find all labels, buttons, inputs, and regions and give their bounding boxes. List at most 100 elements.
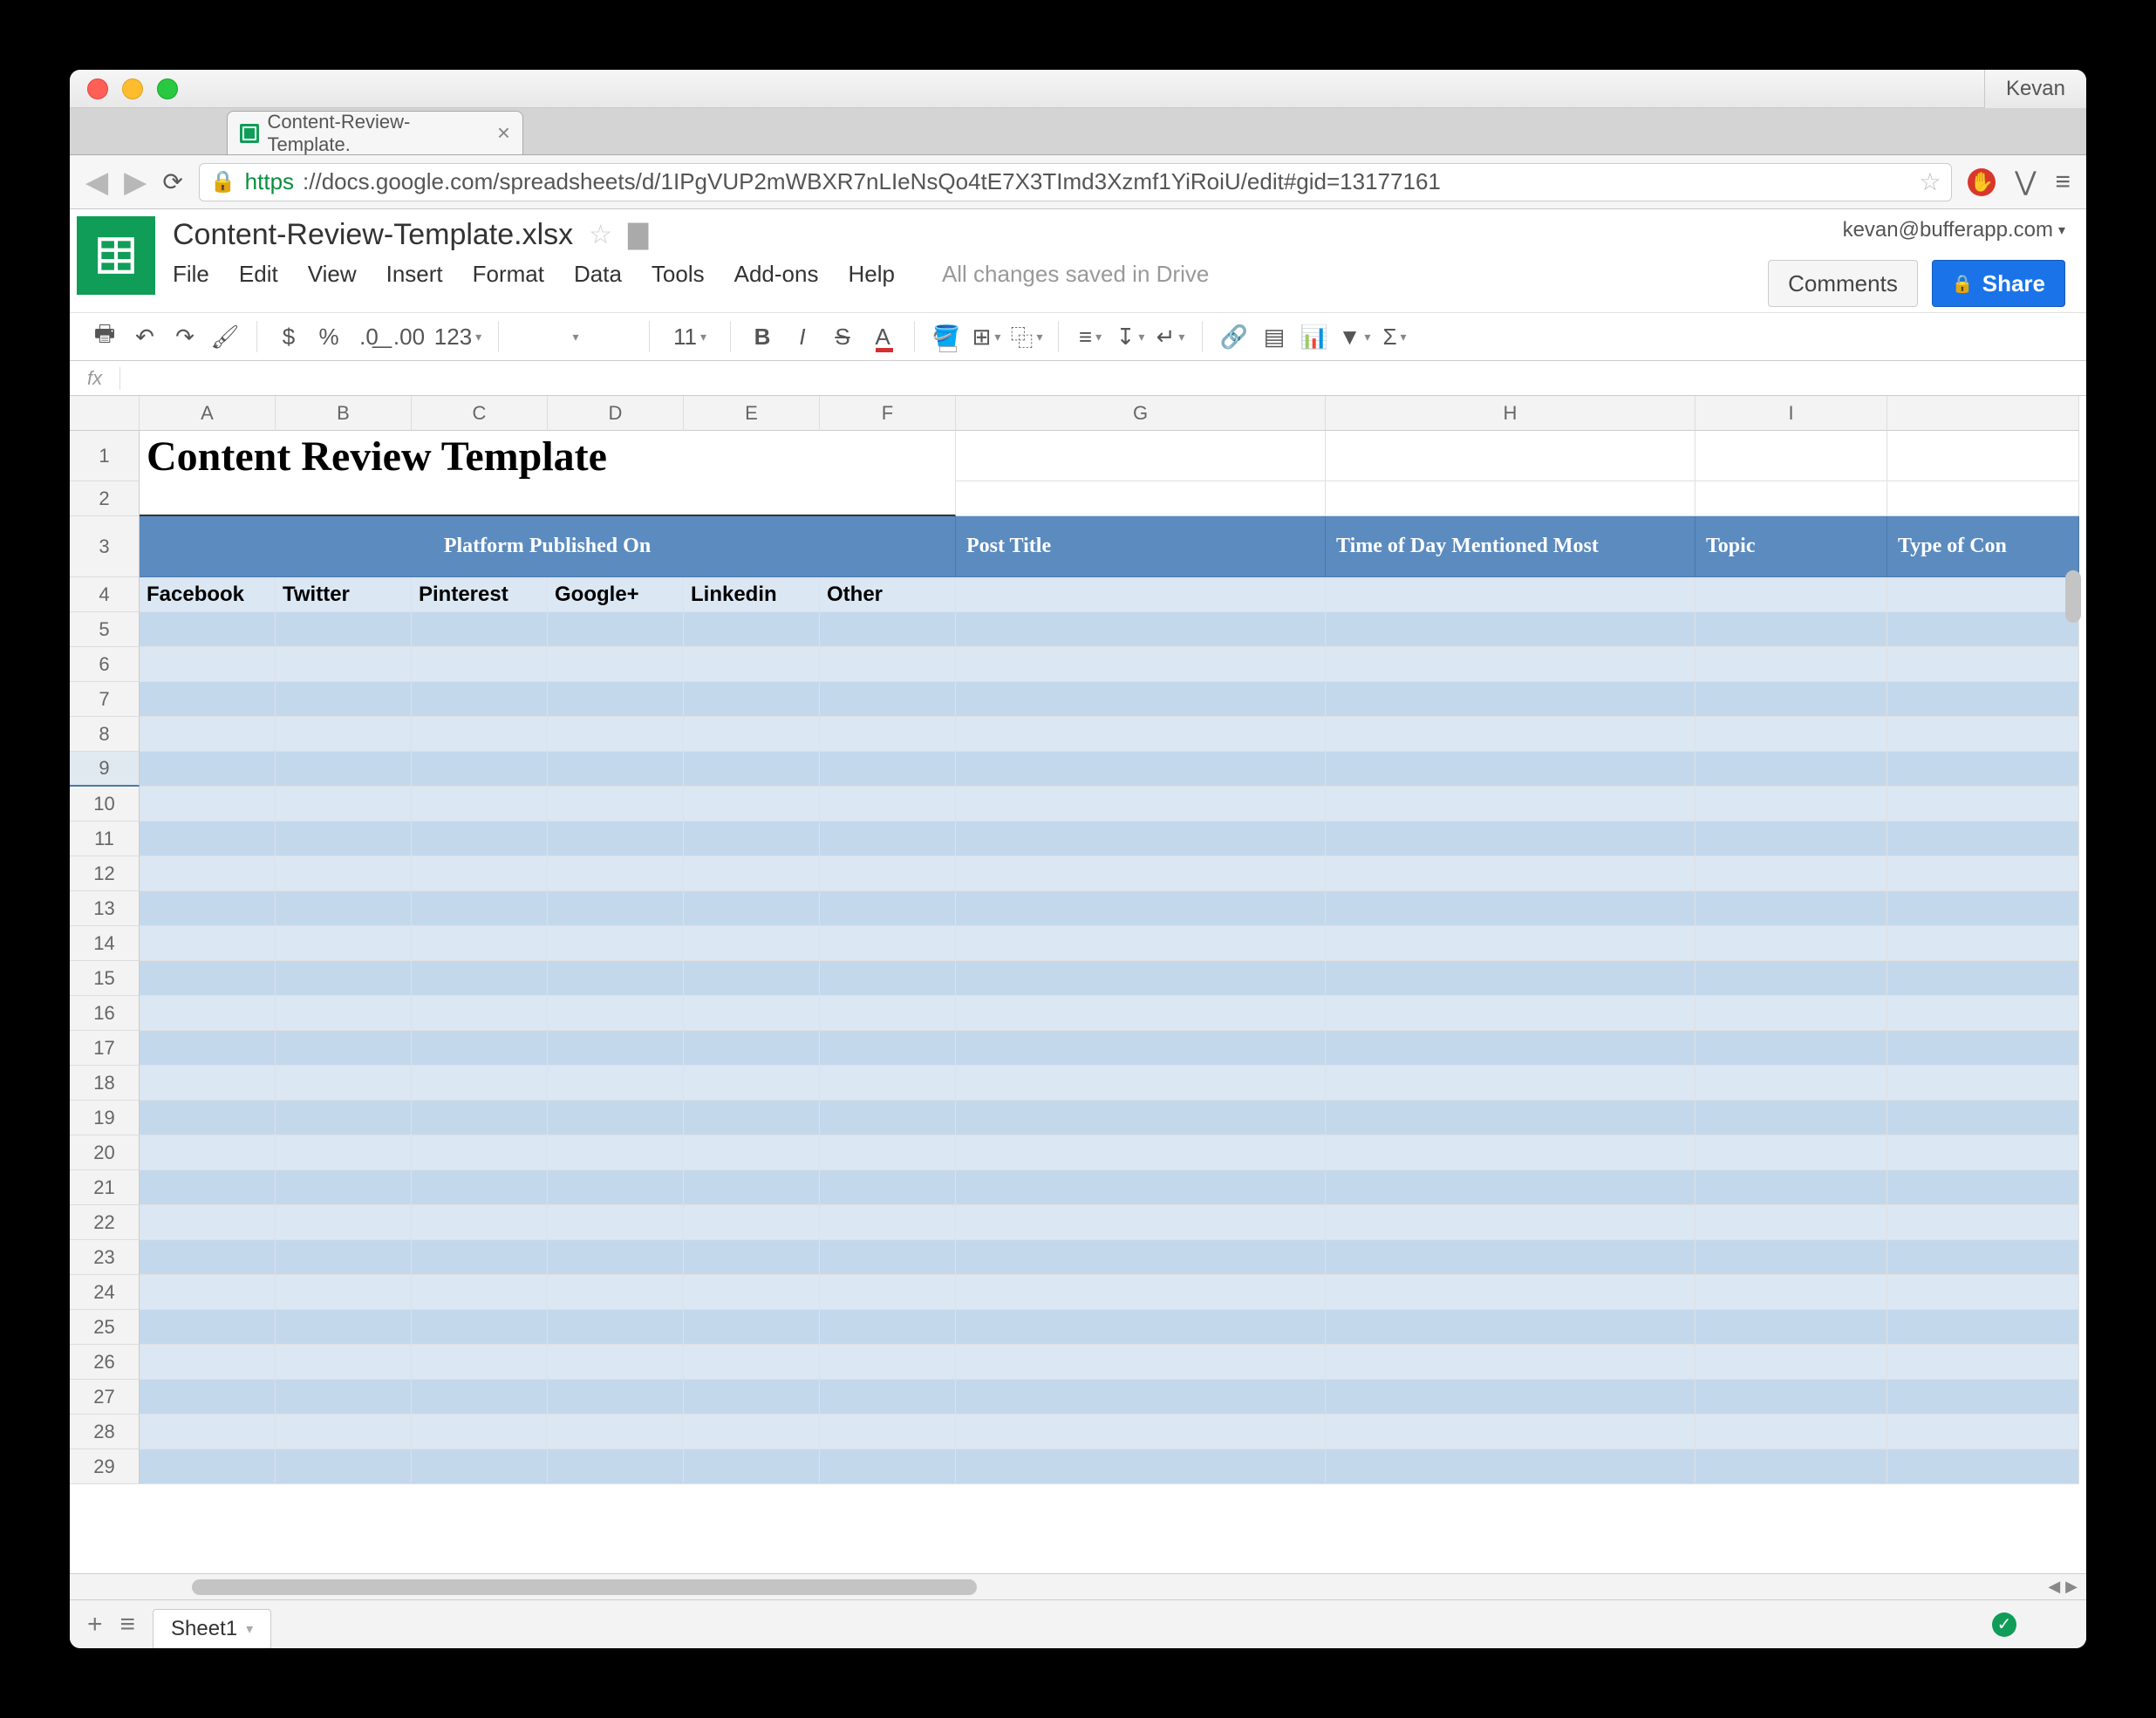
cell[interactable] (820, 1205, 956, 1240)
cell[interactable] (820, 1415, 956, 1449)
menu-addons[interactable]: Add-ons (734, 261, 819, 288)
cell[interactable] (548, 612, 684, 647)
cell[interactable] (1326, 717, 1695, 752)
cell[interactable] (1695, 717, 1887, 752)
cell[interactable] (1695, 1101, 1887, 1135)
sheets-logo-icon[interactable] (77, 216, 155, 295)
cell[interactable] (276, 1101, 412, 1135)
reload-icon[interactable]: ⟳ (162, 167, 182, 196)
cell[interactable] (1326, 1135, 1695, 1170)
cell[interactable] (1887, 1310, 2079, 1345)
vertical-scrollbar[interactable] (2060, 570, 2086, 1495)
cell[interactable] (1887, 961, 2079, 996)
cell[interactable] (140, 717, 276, 752)
cell[interactable] (1887, 1345, 2079, 1380)
cell[interactable] (1695, 1380, 1887, 1415)
cell[interactable] (820, 1449, 956, 1484)
menu-insert[interactable]: Insert (386, 261, 443, 288)
cell[interactable] (276, 1345, 412, 1380)
column-header[interactable]: A (140, 396, 276, 431)
cell[interactable] (140, 481, 956, 516)
cell[interactable] (820, 822, 956, 856)
cell[interactable] (1695, 856, 1887, 891)
cell[interactable] (1887, 1240, 2079, 1275)
cell[interactable] (684, 996, 820, 1031)
percent-icon[interactable]: % (311, 319, 346, 354)
cell[interactable] (820, 961, 956, 996)
cell[interactable] (276, 1170, 412, 1205)
cell[interactable] (1326, 682, 1695, 717)
cell[interactable] (1695, 926, 1887, 961)
cell[interactable] (1326, 1380, 1695, 1415)
row-header[interactable]: 3 (70, 516, 140, 577)
cell[interactable] (1695, 787, 1887, 822)
cell[interactable] (820, 891, 956, 926)
cell[interactable] (684, 1345, 820, 1380)
cell[interactable] (412, 1031, 548, 1066)
cell[interactable] (1695, 1415, 1887, 1449)
cell[interactable] (548, 1345, 684, 1380)
cell[interactable] (548, 682, 684, 717)
cell[interactable] (1326, 1415, 1695, 1449)
cell[interactable] (956, 961, 1326, 996)
row-header[interactable]: 7 (70, 682, 140, 717)
cell[interactable] (1326, 822, 1695, 856)
cell[interactable] (548, 1205, 684, 1240)
cell[interactable] (956, 1310, 1326, 1345)
cell[interactable] (412, 822, 548, 856)
cell[interactable] (548, 1135, 684, 1170)
insert-chart-icon[interactable]: 📊 (1297, 319, 1332, 354)
cell[interactable] (276, 926, 412, 961)
cell[interactable] (956, 1066, 1326, 1101)
cell[interactable] (1887, 787, 2079, 822)
cell[interactable] (276, 856, 412, 891)
cell[interactable] (820, 682, 956, 717)
cell[interactable] (140, 1101, 276, 1135)
cell[interactable] (412, 1415, 548, 1449)
cell[interactable] (820, 612, 956, 647)
cell[interactable] (140, 752, 276, 787)
cell[interactable] (1326, 647, 1695, 682)
cell[interactable] (140, 1066, 276, 1101)
vertical-align-icon[interactable]: ↧ (1113, 319, 1148, 354)
cell[interactable] (276, 1380, 412, 1415)
cell[interactable] (140, 1449, 276, 1484)
paint-format-icon[interactable]: 🖌 (208, 319, 242, 354)
cell[interactable] (140, 682, 276, 717)
cell[interactable] (140, 1275, 276, 1310)
tab-close-icon[interactable]: × (497, 119, 510, 147)
text-wrap-icon[interactable]: ↵ (1153, 319, 1188, 354)
cell[interactable] (956, 1135, 1326, 1170)
cell[interactable] (140, 891, 276, 926)
row-header[interactable]: 2 (70, 481, 140, 516)
cell[interactable] (548, 787, 684, 822)
cell[interactable] (412, 752, 548, 787)
cell[interactable] (684, 1101, 820, 1135)
cell[interactable] (276, 1449, 412, 1484)
cell[interactable] (1326, 961, 1695, 996)
back-icon[interactable]: ◀ (85, 165, 108, 200)
cell[interactable] (276, 752, 412, 787)
cell[interactable] (412, 787, 548, 822)
scroll-left-icon[interactable]: ◀ (2048, 1578, 2060, 1596)
cell[interactable] (276, 996, 412, 1031)
cell[interactable] (412, 1205, 548, 1240)
cell[interactable] (1326, 481, 1695, 516)
cell[interactable] (1887, 891, 2079, 926)
cell[interactable] (1695, 1170, 1887, 1205)
row-header[interactable]: 4 (70, 577, 140, 612)
horizontal-scrollbar[interactable]: ◀▶ (70, 1573, 2086, 1599)
italic-icon[interactable]: I (785, 319, 820, 354)
cell[interactable] (956, 577, 1326, 612)
cell[interactable] (140, 1031, 276, 1066)
cell[interactable] (820, 1170, 956, 1205)
cell[interactable] (276, 1135, 412, 1170)
forward-icon[interactable]: ▶ (124, 165, 147, 200)
cell[interactable] (412, 1135, 548, 1170)
cell[interactable] (412, 1240, 548, 1275)
address-bar[interactable]: 🔒 https://docs.google.com/spreadsheets/d… (199, 163, 1953, 201)
cell[interactable] (276, 647, 412, 682)
row-header[interactable]: 5 (70, 612, 140, 647)
cell[interactable] (820, 1101, 956, 1135)
cell[interactable] (956, 647, 1326, 682)
